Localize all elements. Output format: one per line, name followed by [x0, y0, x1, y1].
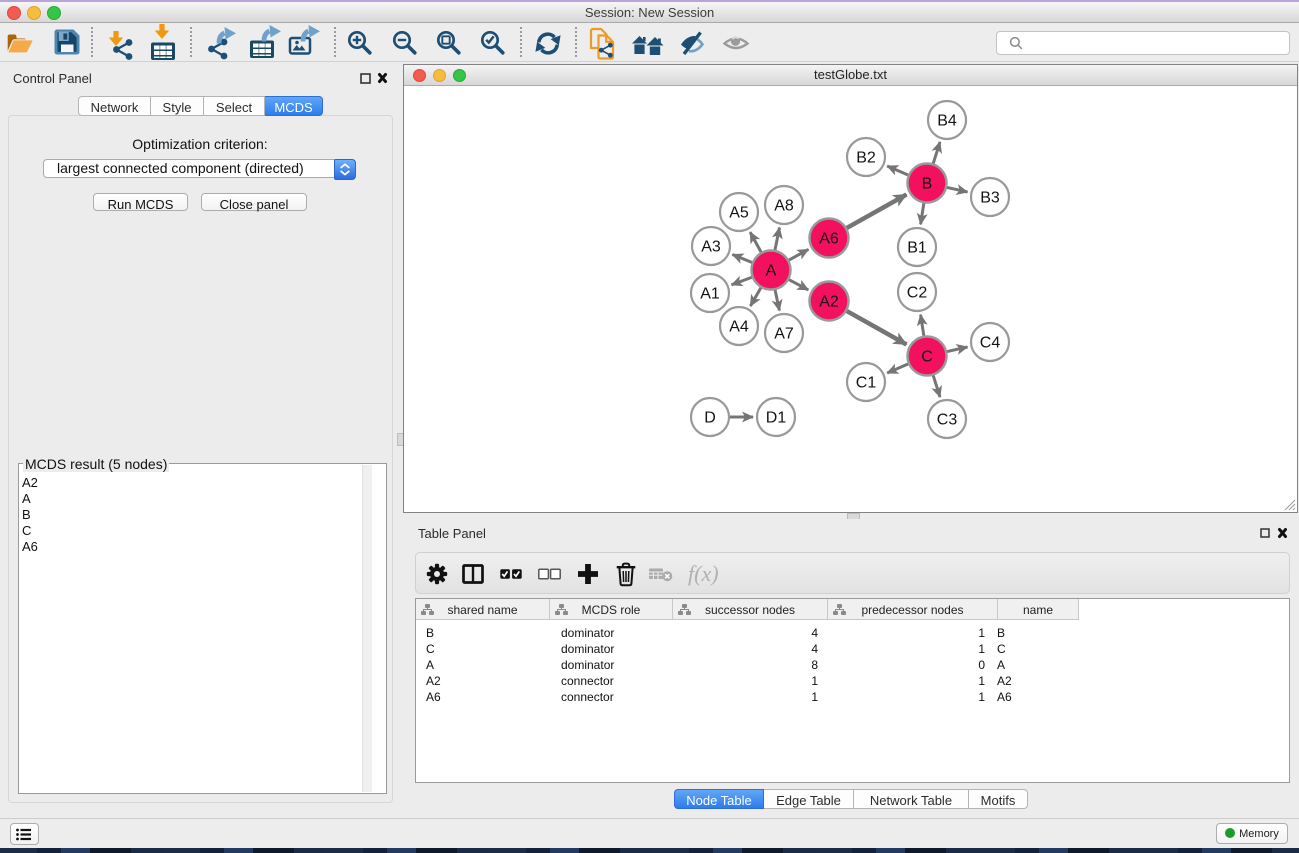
svg-text:C: C	[921, 349, 933, 366]
svg-text:C2: C2	[907, 285, 928, 302]
svg-text:D: D	[704, 410, 716, 427]
svg-text:B3: B3	[980, 190, 1000, 207]
svg-text:D1: D1	[766, 410, 787, 427]
svg-text:A: A	[766, 263, 777, 280]
svg-text:A2: A2	[819, 294, 839, 311]
svg-text:A7: A7	[774, 326, 794, 343]
svg-text:A4: A4	[729, 319, 749, 336]
svg-text:A8: A8	[774, 198, 794, 215]
svg-text:A5: A5	[729, 205, 749, 222]
svg-text:C3: C3	[937, 412, 958, 429]
svg-text:A1: A1	[700, 286, 720, 303]
svg-text:B1: B1	[907, 240, 927, 257]
svg-text:B2: B2	[856, 150, 876, 167]
svg-text:B4: B4	[937, 113, 957, 130]
svg-text:B: B	[922, 176, 933, 193]
svg-text:C4: C4	[980, 335, 1001, 352]
svg-text:f(x): f(x)	[688, 561, 719, 586]
svg-text:A6: A6	[819, 231, 839, 248]
svg-text:A3: A3	[701, 239, 721, 256]
svg-text:C1: C1	[856, 375, 877, 392]
